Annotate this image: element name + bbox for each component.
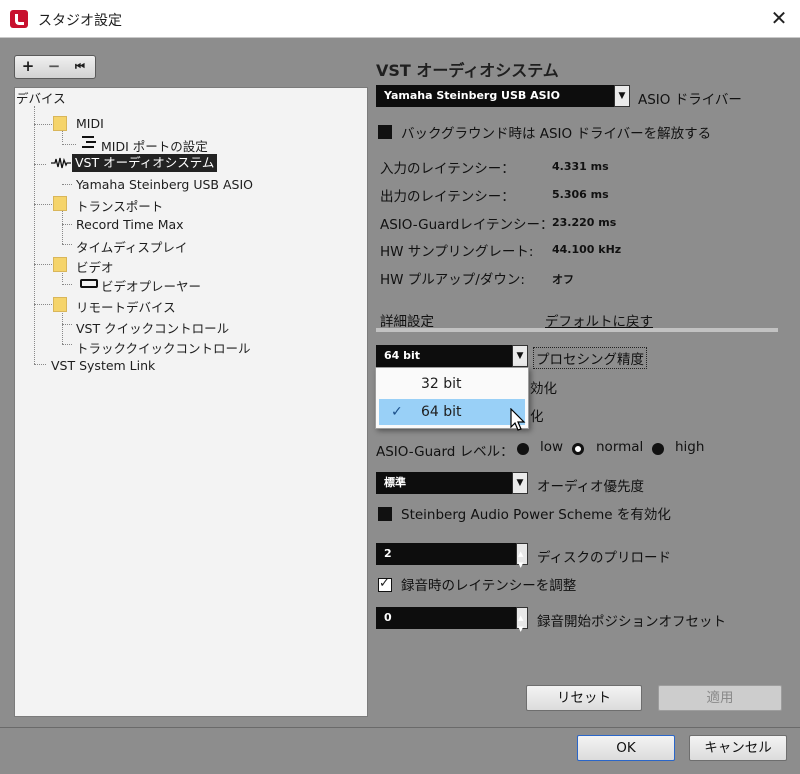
restore-default-link[interactable]: デフォルトに戻す xyxy=(545,310,653,330)
midi-port-icon xyxy=(82,135,98,149)
folder-icon xyxy=(53,257,67,272)
apply-button[interactable]: 適用 xyxy=(658,685,782,711)
disk-preload-value: 2 xyxy=(384,547,392,560)
spinner-arrows-icon[interactable] xyxy=(516,607,528,640)
asio-driver-label: ASIO ドライバー xyxy=(638,92,742,108)
output-latency-value: 5.306 ms xyxy=(552,188,609,201)
add-device-button[interactable]: + xyxy=(15,56,41,77)
audio-priority-select[interactable]: 標準 ▼ xyxy=(376,472,528,494)
window-title: スタジオ設定 xyxy=(38,13,122,29)
asio-guard-level-label: ASIO-Guard レベル： xyxy=(376,444,514,460)
adjust-latency-checkbox[interactable]: ✓ xyxy=(378,576,392,592)
asio-driver-select[interactable]: Yamaha Steinberg USB ASIO ▼ xyxy=(376,85,630,107)
precision-dropdown: 32 bit ✓ 64 bit xyxy=(375,367,529,429)
title-bar: スタジオ設定 ✕ xyxy=(0,0,800,38)
advanced-settings-label: 詳細設定 xyxy=(380,314,434,330)
tree-item-midi-port-settings[interactable]: MIDI ポートの設定 xyxy=(101,136,208,155)
panel-title: VST オーディオシステム xyxy=(376,61,559,80)
remove-device-button[interactable]: − xyxy=(41,56,67,77)
adjust-latency-label: 録音時のレイテンシーを調整 xyxy=(401,578,577,594)
disk-preload-spinbox[interactable]: 2 xyxy=(376,543,528,576)
radio-high[interactable] xyxy=(652,443,664,455)
asio-guard-latency-value: 23.220 ms xyxy=(552,216,617,229)
power-scheme-label: Steinberg Audio Power Scheme を有効化 xyxy=(401,507,671,523)
tree-item-video-player[interactable]: ビデオプレーヤー xyxy=(101,276,201,295)
tree-item-vst-audio-system[interactable]: VST オーディオシステム xyxy=(72,154,218,172)
precision-label: プロセシング精度 xyxy=(533,347,647,369)
radio-high-label: high xyxy=(675,439,705,455)
audio-priority-value: 標準 xyxy=(384,476,406,489)
tree-item-transport[interactable]: トランスポート xyxy=(76,196,163,215)
hw-sample-rate-value: 44.100 kHz xyxy=(552,243,622,256)
checkmark-icon: ✓ xyxy=(379,576,390,591)
reset-button[interactable]: リセット xyxy=(526,685,642,711)
cancel-button[interactable]: キャンセル xyxy=(689,735,787,761)
tree-item-track-quick-controls[interactable]: トラッククイックコントロール xyxy=(76,338,251,357)
ok-button[interactable]: OK xyxy=(577,735,675,761)
hw-sample-rate-label: HW サンプリングレート: xyxy=(380,244,534,260)
precision-value: 64 bit xyxy=(384,349,421,362)
checkmark-icon: ✓ xyxy=(391,404,403,420)
dropdown-option-64bit[interactable]: ✓ 64 bit xyxy=(379,399,525,425)
power-scheme-checkbox[interactable] xyxy=(378,507,392,521)
release-driver-checkbox[interactable] xyxy=(378,125,392,139)
output-latency-label: 出力のレイテンシー： xyxy=(380,189,515,205)
asio-driver-value: Yamaha Steinberg USB ASIO xyxy=(384,89,560,102)
record-offset-value: 0 xyxy=(384,611,392,624)
asio-guard-latency-label: ASIO-Guardレイテンシー： xyxy=(380,217,554,233)
precision-select[interactable]: 64 bit ▼ xyxy=(376,345,528,367)
tree-item-video[interactable]: ビデオ xyxy=(76,257,114,276)
tree-item-yamaha-asio[interactable]: Yamaha Steinberg USB ASIO xyxy=(76,177,253,192)
hw-pullup-label: HW プルアップ/ダウン: xyxy=(380,272,525,288)
chevron-down-icon: ▼ xyxy=(614,85,630,107)
folder-icon xyxy=(53,116,67,131)
tree-header: デバイス xyxy=(16,91,66,106)
radio-low[interactable] xyxy=(517,443,529,455)
folder-icon xyxy=(53,196,67,211)
input-latency-label: 入力のレイテンシー： xyxy=(380,161,515,177)
chevron-down-icon: ▼ xyxy=(512,472,528,494)
section-divider xyxy=(376,328,778,332)
hidden-label-1: 効化 xyxy=(530,381,557,397)
device-toolbar: + − ⏮ xyxy=(14,55,96,79)
tree-item-time-display[interactable]: タイムディスプレイ xyxy=(76,237,187,256)
radio-low-label: low xyxy=(540,439,564,455)
close-button[interactable]: ✕ xyxy=(768,6,790,30)
video-player-icon xyxy=(80,279,98,288)
record-offset-spinbox[interactable]: 0 xyxy=(376,607,528,640)
tree-item-record-time-max[interactable]: Record Time Max xyxy=(76,217,184,232)
reset-device-button[interactable]: ⏮ xyxy=(67,56,93,77)
tree-item-midi[interactable]: MIDI xyxy=(76,116,104,131)
radio-normal-label: normal xyxy=(596,439,644,455)
hidden-label-2: 化 xyxy=(530,409,544,425)
dropdown-option-32bit[interactable]: 32 bit xyxy=(379,371,525,397)
audio-wave-icon xyxy=(51,157,71,169)
mouse-cursor-icon xyxy=(509,407,527,434)
folder-icon xyxy=(53,297,67,312)
hw-pullup-value: オフ xyxy=(552,273,574,286)
tree-item-vst-system-link[interactable]: VST System Link xyxy=(51,358,155,373)
input-latency-value: 4.331 ms xyxy=(552,160,609,173)
footer-divider xyxy=(0,727,800,728)
release-driver-label: バックグラウンド時は ASIO ドライバーを解放する xyxy=(401,126,712,142)
audio-priority-label: オーディオ優先度 xyxy=(537,479,645,495)
cubase-logo-icon xyxy=(10,10,28,28)
disk-preload-text: ディスクのプリロード xyxy=(537,550,672,566)
record-offset-label: 録音開始ポジションオフセット xyxy=(537,614,726,630)
spinner-arrows-icon[interactable] xyxy=(516,543,528,576)
tree-item-remote-devices[interactable]: リモートデバイス xyxy=(76,297,176,316)
chevron-down-icon: ▼ xyxy=(512,345,528,367)
tree-item-vst-quick-controls[interactable]: VST クイックコントロール xyxy=(76,318,229,337)
radio-normal[interactable] xyxy=(572,443,584,455)
